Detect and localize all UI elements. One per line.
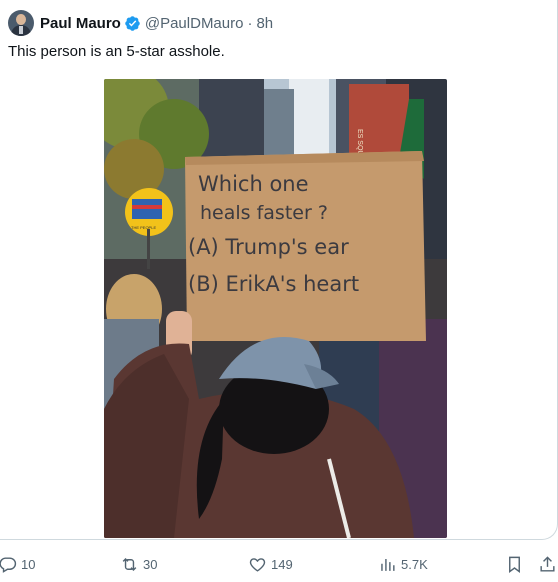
yellow-sign-text: THE PEOPLE bbox=[131, 225, 156, 230]
avatar[interactable] bbox=[8, 10, 34, 36]
heart-icon bbox=[249, 557, 266, 572]
reply-button[interactable]: 10 bbox=[0, 553, 35, 575]
sign-line-4: (B) ErikA's heart bbox=[188, 272, 359, 296]
tweet-timestamp[interactable]: 8h bbox=[256, 15, 273, 32]
repost-icon bbox=[122, 557, 137, 571]
repost-button[interactable]: 30 bbox=[120, 553, 157, 575]
tweet-card[interactable]: Paul Mauro @PaulDMauro · 8h This person … bbox=[0, 0, 558, 540]
meta-separator: · bbox=[247, 14, 253, 32]
sign-line-2: heals faster ? bbox=[200, 202, 328, 224]
like-count: 149 bbox=[271, 556, 293, 572]
author-name[interactable]: Paul Mauro bbox=[40, 15, 121, 32]
bookmark-button[interactable] bbox=[505, 553, 524, 575]
views-count: 5.7K bbox=[401, 556, 428, 572]
verified-badge-icon bbox=[125, 15, 140, 31]
sign-line-1: Which one bbox=[198, 172, 309, 196]
views-button[interactable]: 5.7K bbox=[378, 553, 428, 575]
tweet-action-bar: 10 30 149 5.7K bbox=[0, 553, 558, 575]
tweet-text: This person is an 5-star asshole. bbox=[8, 43, 225, 60]
reply-count: 10 bbox=[21, 556, 36, 572]
views-chart-icon bbox=[381, 558, 395, 571]
author-handle[interactable]: @PaulDMauro bbox=[145, 15, 244, 32]
like-button[interactable]: 149 bbox=[248, 553, 293, 575]
share-button[interactable] bbox=[538, 553, 557, 575]
repost-count: 30 bbox=[143, 556, 158, 572]
bookmark-icon bbox=[509, 556, 520, 573]
tweet-header: Paul Mauro @PaulDMauro · 8h bbox=[8, 10, 273, 36]
reply-icon bbox=[0, 556, 17, 573]
share-icon bbox=[540, 555, 555, 572]
tweet-photo[interactable]: ES SQUARE THE PEOPLE Which one heals fas… bbox=[104, 79, 447, 538]
sign-line-3: (A) Trump's ear bbox=[188, 235, 349, 259]
